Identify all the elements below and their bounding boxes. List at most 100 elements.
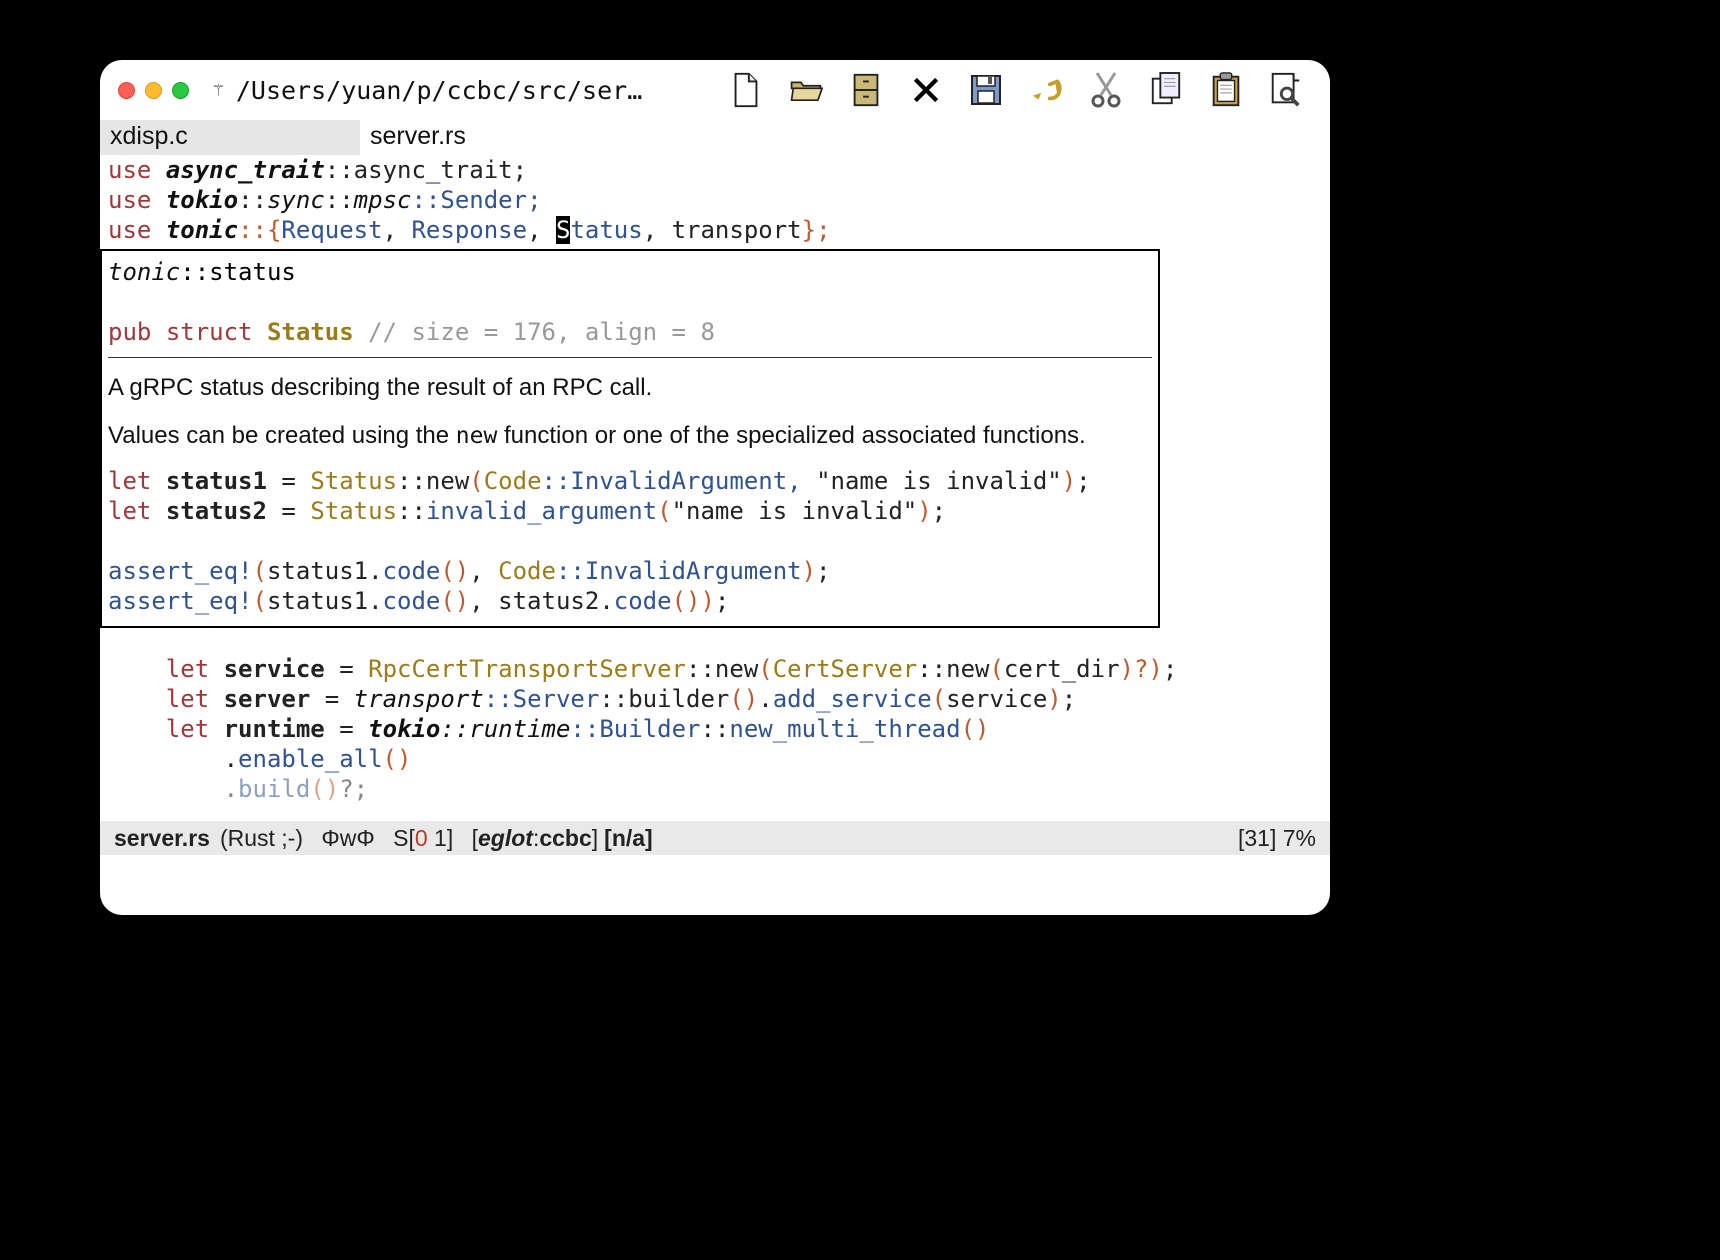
fn: enable_all <box>238 745 383 773</box>
traffic-lights <box>118 82 189 99</box>
brace: }; <box>802 216 831 244</box>
code-text: , <box>383 216 412 244</box>
doc-line: Values can be created using the new func… <box>108 420 1152 452</box>
paren: ( <box>253 587 267 615</box>
type: Code <box>484 467 542 495</box>
semi: ; <box>1076 467 1090 495</box>
kw-pub: pub <box>108 318 151 346</box>
new-file-icon[interactable] <box>728 70 764 110</box>
type: ::Builder <box>570 715 700 743</box>
toolbar <box>728 70 1318 110</box>
mode-line[interactable]: server.rs (Rust ;-) ΦwΦ S[0 1] [eglot:cc… <box>100 821 1330 855</box>
titlebar: ⚚ /Users/yuan/p/ccbc/src/server... <box>100 60 1330 120</box>
doc-line: A gRPC status describing the result of a… <box>108 372 1152 404</box>
kw-let: let <box>108 467 151 495</box>
fn: ::builder <box>599 685 729 713</box>
path: tokio <box>166 186 238 214</box>
editor-window: ⚚ /Users/yuan/p/ccbc/src/server... <box>100 60 1330 915</box>
path: tonic <box>166 216 238 244</box>
kw-struct: struct <box>166 318 253 346</box>
code-text: ::async_trait; <box>325 156 527 184</box>
path: mpsc <box>354 186 412 214</box>
save-icon[interactable] <box>968 70 1004 110</box>
popup-example: let status1 = Status::new(Code::InvalidA… <box>108 466 1152 616</box>
kw-use: use <box>108 186 151 214</box>
paste-icon[interactable] <box>1208 70 1244 110</box>
code-text: = <box>325 655 368 683</box>
doc-code: new <box>456 423 498 449</box>
ident: Request <box>281 216 382 244</box>
var: status2 <box>166 497 267 525</box>
ident: Response <box>411 216 527 244</box>
type-name: Status <box>267 318 354 346</box>
tab-xdisp[interactable]: xdisp.c <box>100 120 360 155</box>
type: RpcCertTransportServer <box>368 655 686 683</box>
semi: ; <box>932 497 946 525</box>
doc-text: function or one of the specialized assoc… <box>497 422 1085 449</box>
undo-icon[interactable] <box>1028 70 1064 110</box>
fn: ::new <box>917 655 989 683</box>
fn: build <box>238 775 310 803</box>
popup-path: tonic::status pub struct Status // size … <box>108 257 1152 347</box>
eglot-indicator: [eglot:ccbc] <box>472 825 599 852</box>
doc-text: Values can be created using the <box>108 422 456 449</box>
semi: ; <box>1062 685 1076 713</box>
crate: tonic <box>108 258 180 286</box>
popup-description: A gRPC status describing the result of a… <box>108 372 1152 452</box>
brace: ::{ <box>238 216 281 244</box>
position-indicator: [31] 7% <box>1238 825 1316 852</box>
code-text: = <box>267 497 310 525</box>
fn: new_multi_thread <box>729 715 960 743</box>
fn: ::new <box>397 467 469 495</box>
kw-let: let <box>166 715 209 743</box>
tab-server[interactable]: server.rs <box>360 120 620 155</box>
code-text: , <box>527 216 556 244</box>
search-icon[interactable] <box>1268 70 1304 110</box>
hover-doc-popup: tonic::status pub struct Status // size … <box>100 249 1160 628</box>
var: status1 <box>166 467 267 495</box>
path: transport <box>354 685 484 713</box>
kw-let: let <box>166 685 209 713</box>
var: cert_dir <box>1004 655 1120 683</box>
tab-bar: xdisp.c server.rs <box>100 120 1330 155</box>
cut-icon[interactable] <box>1088 70 1124 110</box>
fn: code <box>614 587 672 615</box>
window-title: /Users/yuan/p/ccbc/src/server... <box>236 76 656 105</box>
buffer-name: server.rs <box>114 825 210 852</box>
fn: invalid_argument <box>426 497 657 525</box>
macro: assert_eq! <box>108 587 253 615</box>
close-window-button[interactable] <box>118 82 135 99</box>
enum-variant: ::InvalidArgument, <box>542 467 817 495</box>
kw-use: use <box>108 156 151 184</box>
type: Code <box>498 557 556 585</box>
path: tokio <box>368 715 440 743</box>
string: "name is invalid" <box>816 467 1062 495</box>
code-text: , transport <box>643 216 802 244</box>
ident: ::Sender; <box>411 186 541 214</box>
kw-let: let <box>166 655 209 683</box>
path: ::runtime <box>440 715 570 743</box>
paren: ( <box>657 497 671 525</box>
kw-let: let <box>108 497 151 525</box>
drawer-icon[interactable] <box>848 70 884 110</box>
close-icon[interactable] <box>908 70 944 110</box>
code-area-below[interactable]: let service = RpcCertTransportServer::ne… <box>100 632 1330 804</box>
open-folder-icon[interactable] <box>788 70 824 110</box>
paren: ) <box>1062 467 1076 495</box>
minimize-window-button[interactable] <box>145 82 162 99</box>
module: ::status <box>180 258 296 286</box>
path: sync <box>267 186 325 214</box>
paren: ( <box>253 557 267 585</box>
var: status2 <box>498 587 599 615</box>
ident: tatus <box>570 216 642 244</box>
copy-icon[interactable] <box>1148 70 1184 110</box>
na-indicator: [n/a] <box>604 825 653 852</box>
zoom-window-button[interactable] <box>172 82 189 99</box>
paren: ( <box>469 467 483 495</box>
type: Status <box>310 467 397 495</box>
var: runtime <box>224 715 325 743</box>
text-cursor: S <box>556 216 570 244</box>
size-comment: // size = 176, align = 8 <box>368 318 715 346</box>
code-area[interactable]: use async_trait::async_trait; use tokio:… <box>100 155 1330 245</box>
diagnostics: S[0 1] <box>393 825 453 852</box>
